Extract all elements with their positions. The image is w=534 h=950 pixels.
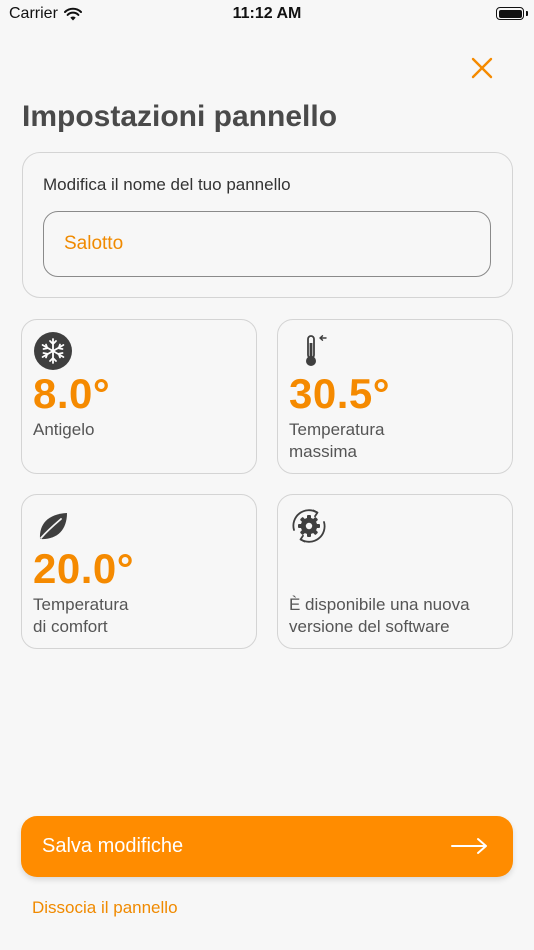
software-update-label-line2: versione del software [289,617,450,636]
battery-icon [496,7,524,20]
max-temperature-value: 30.5° [289,370,391,417]
panel-name-card: Modifica il nome del tuo pannello [22,152,513,298]
comfort-temperature-label-line2: di comfort [33,617,108,636]
page-title: Impostazioni pannello [22,100,338,133]
thermometer-icon [306,335,327,366]
panel-name-label: Modifica il nome del tuo pannello [43,175,291,194]
save-changes-button[interactable]: Salva modifiche [21,816,513,877]
comfort-temperature-label: Temperatura di comfort [33,594,248,638]
leaf-icon [39,513,67,540]
close-button[interactable] [466,52,498,84]
dissociate-panel-link[interactable]: Dissocia il pannello [32,898,178,918]
arrow-right-icon [451,838,487,854]
close-icon [471,57,493,79]
battery-tip [526,11,528,16]
snowflake-icon [34,332,72,370]
save-changes-label: Salva modifiche [42,835,184,857]
tile-comfort-temperature[interactable]: 20.0° Temperatura di comfort [21,494,257,649]
comfort-temperature-label-line1: Temperatura [33,595,129,614]
gear-update-icon [292,509,326,543]
max-temperature-label: Temperatura massima [289,419,504,463]
max-temperature-label-line1: Temperatura [289,420,385,439]
max-temperature-label-line2: massima [289,442,358,461]
panel-name-input[interactable] [43,211,491,277]
status-bar: Carrier 11:12 AM [0,0,534,30]
tile-antifreeze[interactable]: 8.0° Antigelo [21,319,257,474]
tile-max-temperature[interactable]: 30.5° Temperatura massima [277,319,513,474]
software-update-label-line1: È disponibile una nuova [289,595,470,614]
antifreeze-value: 8.0° [33,370,111,417]
antifreeze-label: Antigelo [33,420,95,439]
status-time: 11:12 AM [232,5,302,22]
tile-software-update[interactable]: È disponibile una nuova versione del sof… [277,494,513,649]
comfort-temperature-value: 20.0° [33,545,135,592]
software-update-label: È disponibile una nuova versione del sof… [289,594,504,638]
